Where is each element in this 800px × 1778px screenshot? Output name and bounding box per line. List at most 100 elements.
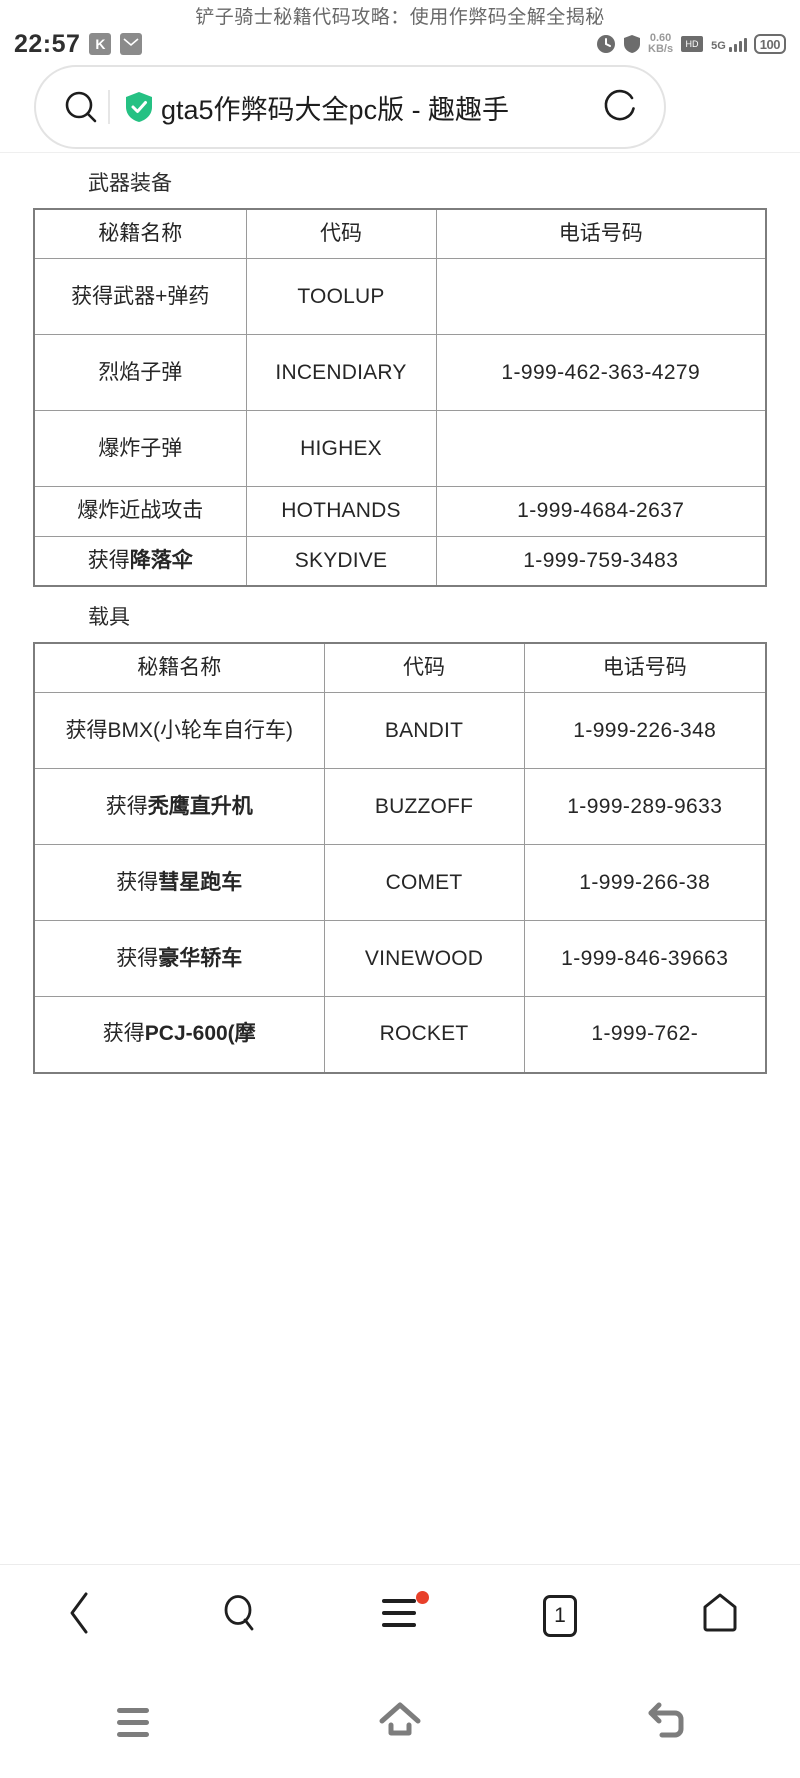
cell-cheat-phone: 1-999-759-3483 [435,535,767,587]
cell-cheat-phone: 1-999-266-38 [523,844,767,922]
cheat-table-weapons: 秘籍名称 代码 电话号码 获得武器+弹药 TOOLUP 烈焰子弹 INCENDI… [33,208,767,588]
battery-indicator: 100 [753,34,786,54]
cell-cheat-code: HIGHEX [245,410,437,488]
cell-cheat-name: 获得彗星跑车 [33,844,325,922]
cell-cheat-code: VINEWOOD [323,920,525,998]
table-row: 爆炸子弹 HIGHEX [33,410,767,488]
shield-check-icon [124,91,154,123]
table-row: 获得降落伞 SKYDIVE 1-999-759-3483 [33,535,767,587]
cell-cheat-code: BUZZOFF [323,768,525,846]
cell-cheat-phone [435,410,767,488]
browser-bottom-toolbar: 1 [0,1564,800,1666]
cell-cheat-phone: 1-999-226-348 [523,692,767,770]
kuaishou-notification-icon: K [89,33,112,55]
cheat-name-text: 获得武器+弹药 [71,284,210,308]
cheat-name-emphasis: 彗星跑车 [158,870,243,894]
cheat-name-emphasis: 降落伞 [129,548,193,572]
column-header-phone: 电话号码 [523,642,767,694]
table-row: 烈焰子弹 INCENDIARY 1-999-462-363-4279 [33,334,767,412]
column-header-code: 代码 [323,642,525,694]
cell-cheat-name: 爆炸近战攻击 [33,486,247,537]
cheat-name-text: 获得 [102,1022,145,1046]
status-bar: 22:57 K 0.60 KB/s HD 5G 100 [0,26,800,62]
table-row: 获得秃鹰直升机 BUZZOFF 1-999-289-9633 [33,768,767,846]
cheat-name-emphasis: 豪华轿车 [158,946,243,970]
table-row: 获得彗星跑车 COMET 1-999-266-38 [33,844,767,922]
cell-cheat-name: 获得降落伞 [33,535,247,587]
cell-cheat-code: HOTHANDS [245,486,437,537]
recents-icon[interactable] [117,1707,150,1737]
cell-cheat-name: 获得秃鹰直升机 [33,768,325,846]
back-chevron-icon[interactable] [65,1590,95,1641]
page-title: 铲子骑士秘籍代码攻略：使用作弊码全解全揭秘 [195,7,605,28]
browser-address-bar-container[interactable]: gta5作弊码大全pc版 - 趣趣手 [34,65,666,149]
home-icon[interactable] [700,1592,740,1639]
section-heading-vehicles: 载具 [88,606,130,630]
cell-cheat-code: INCENDIARY [245,334,437,412]
table-row: 获得BMX(小轮车自行车) BANDIT 1-999-226-348 [33,692,767,770]
cheat-name-text: 获得 [116,946,159,970]
reload-icon[interactable] [596,86,642,128]
network-speed-unit: KB/s [648,43,674,55]
browser-back-button[interactable] [0,1565,160,1666]
cell-cheat-code: ROCKET [323,996,525,1074]
hd-voice-icon: HD [680,35,704,53]
search-icon[interactable] [58,87,104,127]
cheat-name-text: 获得BMX(小轮车自行车) [65,718,294,742]
search-icon[interactable] [218,1591,262,1640]
mail-notification-icon [120,33,143,55]
cell-cheat-name: 获得BMX(小轮车自行车) [33,692,325,770]
cell-cheat-phone: 1-999-289-9633 [523,768,767,846]
vpn-shield-icon [623,34,641,54]
browser-address-bar[interactable]: gta5作弊码大全pc版 - 趣趣手 [34,65,666,149]
cell-cheat-code: TOOLUP [245,258,437,336]
cell-cheat-phone: 1-999-462-363-4279 [435,334,767,412]
browser-menu-button[interactable] [320,1565,480,1666]
download-arrow-icon [596,34,616,54]
cheat-name-emphasis: PCJ-600(摩 [144,1022,256,1046]
column-header-name: 秘籍名称 [33,642,325,694]
system-back-button[interactable] [533,1666,800,1778]
cheat-name-text: 烈焰子弹 [98,360,183,384]
table-row: 获得PCJ-600(摩 ROCKET 1-999-762- [33,996,767,1074]
webpage-content[interactable]: 武器装备 秘籍名称 代码 电话号码 获得武器+弹药 TOOLUP 烈焰子弹 IN… [0,152,800,1564]
column-header-code: 代码 [245,208,437,260]
table-row: 爆炸近战攻击 HOTHANDS 1-999-4684-2637 [33,486,767,537]
table-header-row: 秘籍名称 代码 电话号码 [33,208,767,260]
system-home-button[interactable] [267,1666,534,1778]
home-icon[interactable] [376,1699,424,1746]
signal-bars-icon [728,36,747,52]
table-row: 获得豪华轿车 VINEWOOD 1-999-846-39663 [33,920,767,998]
cell-cheat-phone: 1-999-762- [523,996,767,1074]
table-row: 获得武器+弹药 TOOLUP [33,258,767,336]
browser-home-button[interactable] [640,1565,800,1666]
cell-cheat-phone [435,258,767,336]
status-bar-left: 22:57 K [14,30,143,59]
cell-cheat-name: 获得豪华轿车 [33,920,325,998]
cell-cheat-code: BANDIT [323,692,525,770]
tab-count-icon[interactable]: 1 [543,1594,577,1637]
cell-cheat-name: 获得武器+弹药 [33,258,247,336]
menu-hamburger-icon[interactable] [380,1596,420,1635]
browser-tabs-button[interactable]: 1 [480,1565,640,1666]
cheat-name-text: 获得 [87,548,130,572]
cell-cheat-name: 烈焰子弹 [33,334,247,412]
cheat-table-vehicles: 秘籍名称 代码 电话号码 获得BMX(小轮车自行车) BANDIT 1-999-… [33,642,767,1074]
table-header-row: 秘籍名称 代码 电话号码 [33,642,767,694]
cell-cheat-name: 爆炸子弹 [33,410,247,488]
cell-cheat-code: COMET [323,844,525,922]
cell-cheat-phone: 1-999-846-39663 [523,920,767,998]
system-navigation-bar [0,1666,800,1778]
back-icon[interactable] [645,1699,689,1746]
status-bar-right: 0.60 KB/s HD 5G 100 [596,33,786,55]
cheat-name-text: 爆炸近战攻击 [77,499,204,523]
network-speed-indicator: 0.60 KB/s [648,33,673,55]
network-type-label: 5G [711,40,726,52]
cell-cheat-phone: 1-999-4684-2637 [435,486,767,537]
browser-search-button[interactable] [160,1565,320,1666]
column-header-name: 秘籍名称 [33,208,247,260]
cheat-name-text: 获得 [116,870,159,894]
address-bar-title[interactable]: gta5作弊码大全pc版 - 趣趣手 [161,88,596,127]
system-recents-button[interactable] [0,1666,267,1778]
cheat-name-text: 获得 [105,794,148,818]
